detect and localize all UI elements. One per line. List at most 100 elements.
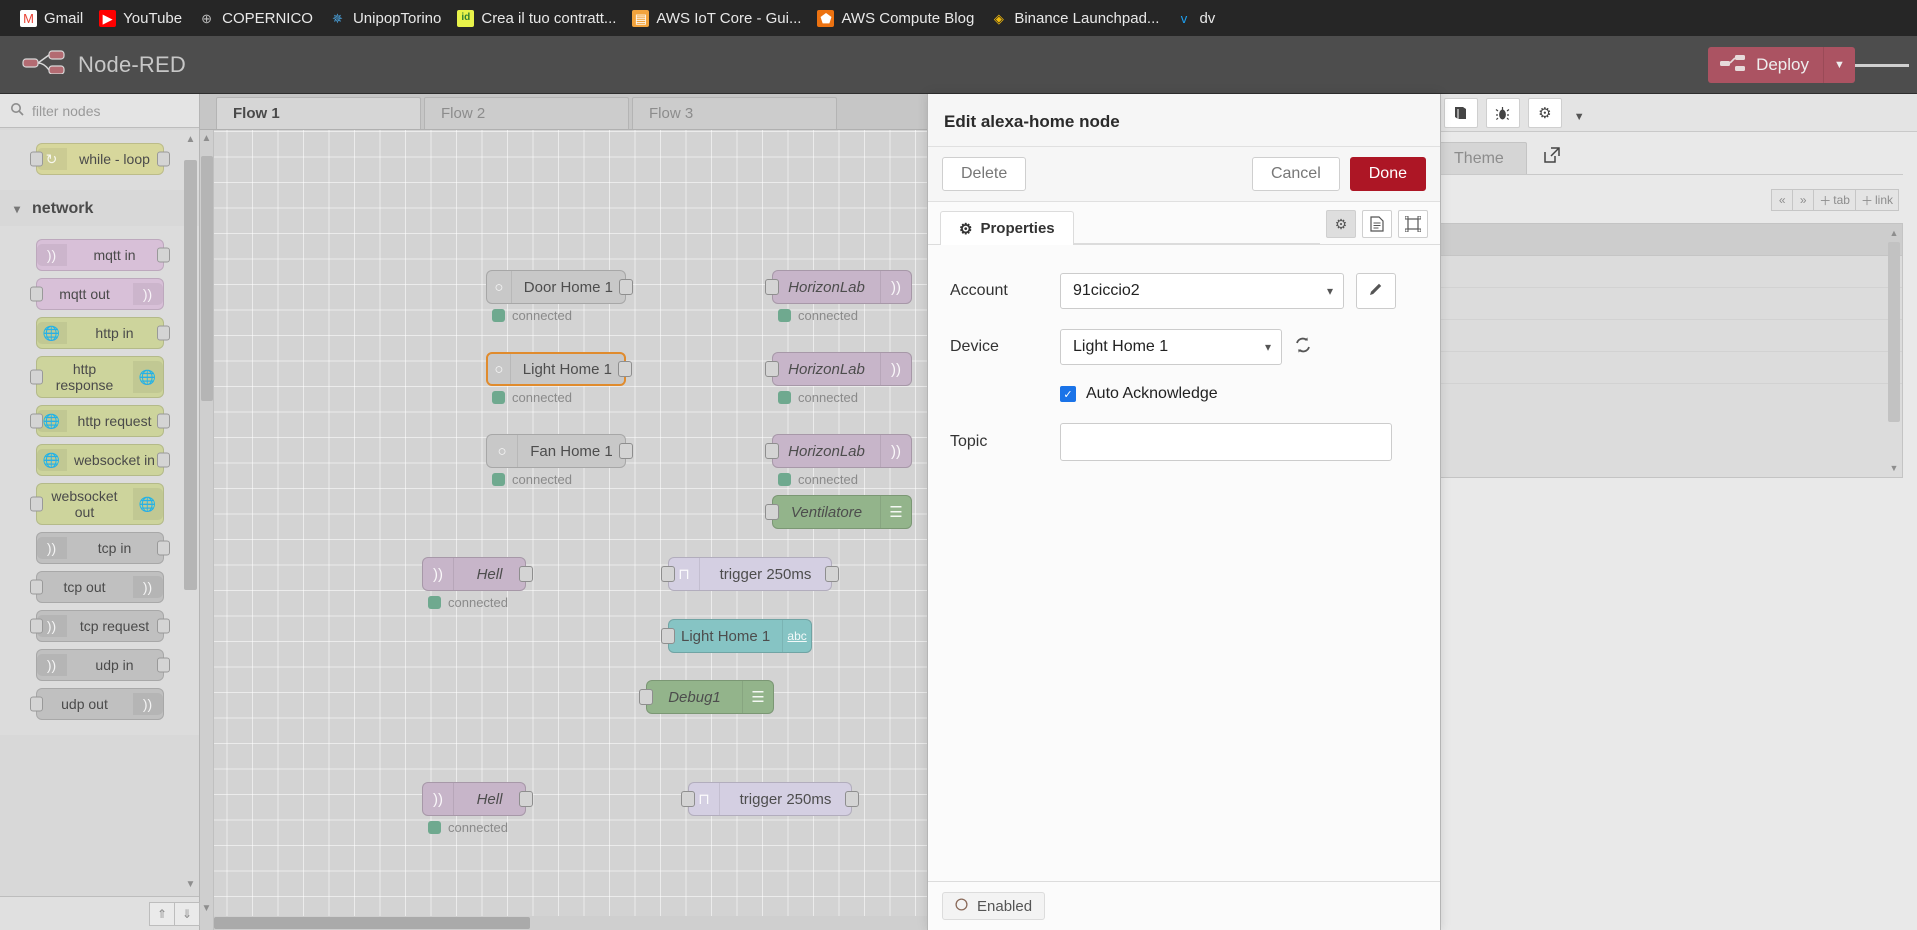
debug-bug-icon[interactable] bbox=[1486, 98, 1520, 128]
scroll-up-icon[interactable]: ▲ bbox=[184, 134, 197, 145]
topic-input[interactable] bbox=[1060, 423, 1392, 461]
node-input-port[interactable] bbox=[30, 370, 43, 385]
plus-icon-link-button[interactable]: ＋link bbox=[1855, 189, 1899, 211]
node-output-port[interactable] bbox=[619, 279, 633, 295]
palette-node-udp-out[interactable]: udp out)) bbox=[36, 688, 164, 720]
delete-button[interactable]: Delete bbox=[942, 157, 1026, 191]
bookmark-item[interactable]: ✵UnipopTorino bbox=[323, 7, 451, 30]
flow-node-horizonlab-2[interactable]: HorizonLab)) bbox=[772, 352, 912, 386]
deploy-dropdown-toggle[interactable]: ▼ bbox=[1823, 47, 1855, 83]
node-output-port[interactable] bbox=[157, 152, 170, 167]
edit-account-button[interactable] bbox=[1356, 273, 1396, 309]
node-input-port[interactable] bbox=[661, 628, 675, 644]
node-output-port[interactable] bbox=[157, 326, 170, 341]
scroll-down-icon[interactable]: ▼ bbox=[200, 900, 213, 914]
palette-node-tcp-out[interactable]: tcp out)) bbox=[36, 571, 164, 603]
node-input-port[interactable] bbox=[30, 152, 43, 167]
device-select[interactable]: Light Home 1 ▾ bbox=[1060, 329, 1282, 365]
palette-node-websocket-in[interactable]: 🌐websocket in bbox=[36, 444, 164, 476]
flow-node-door-home-1[interactable]: ○Door Home 1 bbox=[486, 270, 626, 304]
scroll-down-icon[interactable]: ▼ bbox=[184, 879, 197, 890]
auto-acknowledge-row[interactable]: ✓ Auto Acknowledge bbox=[1060, 385, 1418, 403]
node-input-port[interactable] bbox=[765, 279, 779, 295]
node-output-port[interactable] bbox=[619, 443, 633, 459]
node-output-port[interactable] bbox=[157, 248, 170, 263]
node-input-port[interactable] bbox=[30, 619, 43, 634]
node-output-port[interactable] bbox=[157, 453, 170, 468]
palette-node-while---loop[interactable]: ↻while - loop bbox=[36, 143, 164, 175]
external-link-icon[interactable] bbox=[1543, 146, 1561, 169]
cancel-button[interactable]: Cancel bbox=[1252, 157, 1340, 191]
hamburger-menu-icon[interactable] bbox=[1855, 36, 1909, 94]
palette-node-tcp-request[interactable]: ))tcp request bbox=[36, 610, 164, 642]
flow-node-ventilatore[interactable]: Ventilatore☰ bbox=[772, 495, 912, 529]
palette-node-udp-in[interactable]: ))udp in bbox=[36, 649, 164, 681]
palette-node-http-in[interactable]: 🌐http in bbox=[36, 317, 164, 349]
node-output-port[interactable] bbox=[157, 414, 170, 429]
scroll-up-icon[interactable]: ▲ bbox=[200, 130, 213, 144]
expand-all-icon[interactable]: ⇓ bbox=[174, 902, 200, 926]
canvas-vertical-scrollbar[interactable]: ▲ ▼ bbox=[200, 130, 214, 930]
node-output-port[interactable] bbox=[618, 361, 632, 377]
flow-node-hell-2[interactable]: ))Hell bbox=[422, 782, 526, 816]
palette-node-mqtt-in[interactable]: ))mqtt in bbox=[36, 239, 164, 271]
palette-node-http-response[interactable]: http response🌐 bbox=[36, 356, 164, 398]
node-output-port[interactable] bbox=[519, 791, 533, 807]
bookmark-item[interactable]: ▶YouTube bbox=[93, 7, 192, 30]
gear-icon[interactable]: ⚙ bbox=[1528, 98, 1562, 128]
bookmark-item[interactable]: MGmail bbox=[14, 7, 93, 30]
bookmark-item[interactable]: ▤AWS IoT Core - Gui... bbox=[626, 7, 811, 30]
bookmark-item[interactable]: idCrea il tuo contratt... bbox=[451, 7, 626, 30]
flow-tab-Flow-3[interactable]: Flow 3 bbox=[632, 97, 837, 129]
auto-acknowledge-checkbox[interactable]: ✓ bbox=[1060, 386, 1076, 402]
scroll-up-icon[interactable]: ▲ bbox=[1888, 228, 1900, 238]
plus-icon-tab-button[interactable]: ＋tab bbox=[1813, 189, 1856, 211]
flow-node-light-home-1[interactable]: ○Light Home 1 bbox=[486, 352, 626, 386]
node-input-port[interactable] bbox=[30, 414, 43, 429]
node-input-port[interactable] bbox=[30, 697, 43, 712]
search-input[interactable]: filter nodes bbox=[32, 103, 100, 119]
deploy-button[interactable]: Deploy bbox=[1708, 47, 1823, 83]
palette-node-websocket-out[interactable]: websocket out🌐 bbox=[36, 483, 164, 525]
node-output-port[interactable] bbox=[157, 541, 170, 556]
node-input-port[interactable] bbox=[765, 443, 779, 459]
bookmark-item[interactable]: ⊕COPERNICO bbox=[192, 7, 323, 30]
node-input-port[interactable] bbox=[30, 580, 43, 595]
node-output-port[interactable] bbox=[825, 566, 839, 582]
bookmark-item[interactable]: ◈Binance Launchpad... bbox=[984, 7, 1169, 30]
node-output-port[interactable] bbox=[157, 658, 170, 673]
bookmark-item[interactable]: ᴠdv bbox=[1169, 7, 1225, 30]
refresh-icon[interactable] bbox=[1294, 336, 1312, 359]
appearance-icon[interactable] bbox=[1398, 210, 1428, 238]
flow-node-trigger-250ms-1[interactable]: ⊓trigger 250ms bbox=[668, 557, 832, 591]
node-input-port[interactable] bbox=[765, 361, 779, 377]
collapse-all-icon[interactable]: ⇑ bbox=[149, 902, 175, 926]
node-input-port[interactable] bbox=[30, 287, 43, 302]
tree-scrollbar[interactable]: ▲ ▼ bbox=[1888, 228, 1900, 473]
flow-node-debug1[interactable]: Debug1☰ bbox=[646, 680, 774, 714]
flow-tab-Flow-1[interactable]: Flow 1 bbox=[216, 97, 421, 129]
flow-node-fan-home-1[interactable]: ○Fan Home 1 bbox=[486, 434, 626, 468]
dashboard-subtab-theme[interactable]: Theme bbox=[1431, 142, 1527, 174]
description-icon[interactable] bbox=[1362, 210, 1392, 238]
node-output-port[interactable] bbox=[845, 791, 859, 807]
node-input-port[interactable] bbox=[661, 566, 675, 582]
chevron-down-icon[interactable]: ▼ bbox=[1574, 111, 1585, 123]
expand-all-icon-button[interactable]: » bbox=[1792, 189, 1814, 211]
palette-node-tcp-in[interactable]: ))tcp in bbox=[36, 532, 164, 564]
flow-node-hell-1[interactable]: ))Hell bbox=[422, 557, 526, 591]
collapse-all-icon-button[interactable]: « bbox=[1771, 189, 1793, 211]
palette-node-http-request[interactable]: 🌐http request bbox=[36, 405, 164, 437]
bookmark-item[interactable]: ⬟AWS Compute Blog bbox=[811, 7, 984, 30]
tab-properties[interactable]: ⚙ Properties bbox=[940, 211, 1074, 245]
scroll-down-icon[interactable]: ▼ bbox=[1888, 463, 1900, 473]
palette-category-network[interactable]: ▾network bbox=[0, 190, 199, 226]
node-output-port[interactable] bbox=[157, 619, 170, 634]
node-output-port[interactable] bbox=[519, 566, 533, 582]
done-button[interactable]: Done bbox=[1350, 157, 1426, 191]
node-input-port[interactable] bbox=[765, 504, 779, 520]
palette-scrollbar[interactable]: ▲ ▼ bbox=[184, 134, 197, 890]
account-select[interactable]: 91ciccio2 ▾ bbox=[1060, 273, 1344, 309]
node-input-port[interactable] bbox=[681, 791, 695, 807]
help-book-icon[interactable] bbox=[1444, 98, 1478, 128]
